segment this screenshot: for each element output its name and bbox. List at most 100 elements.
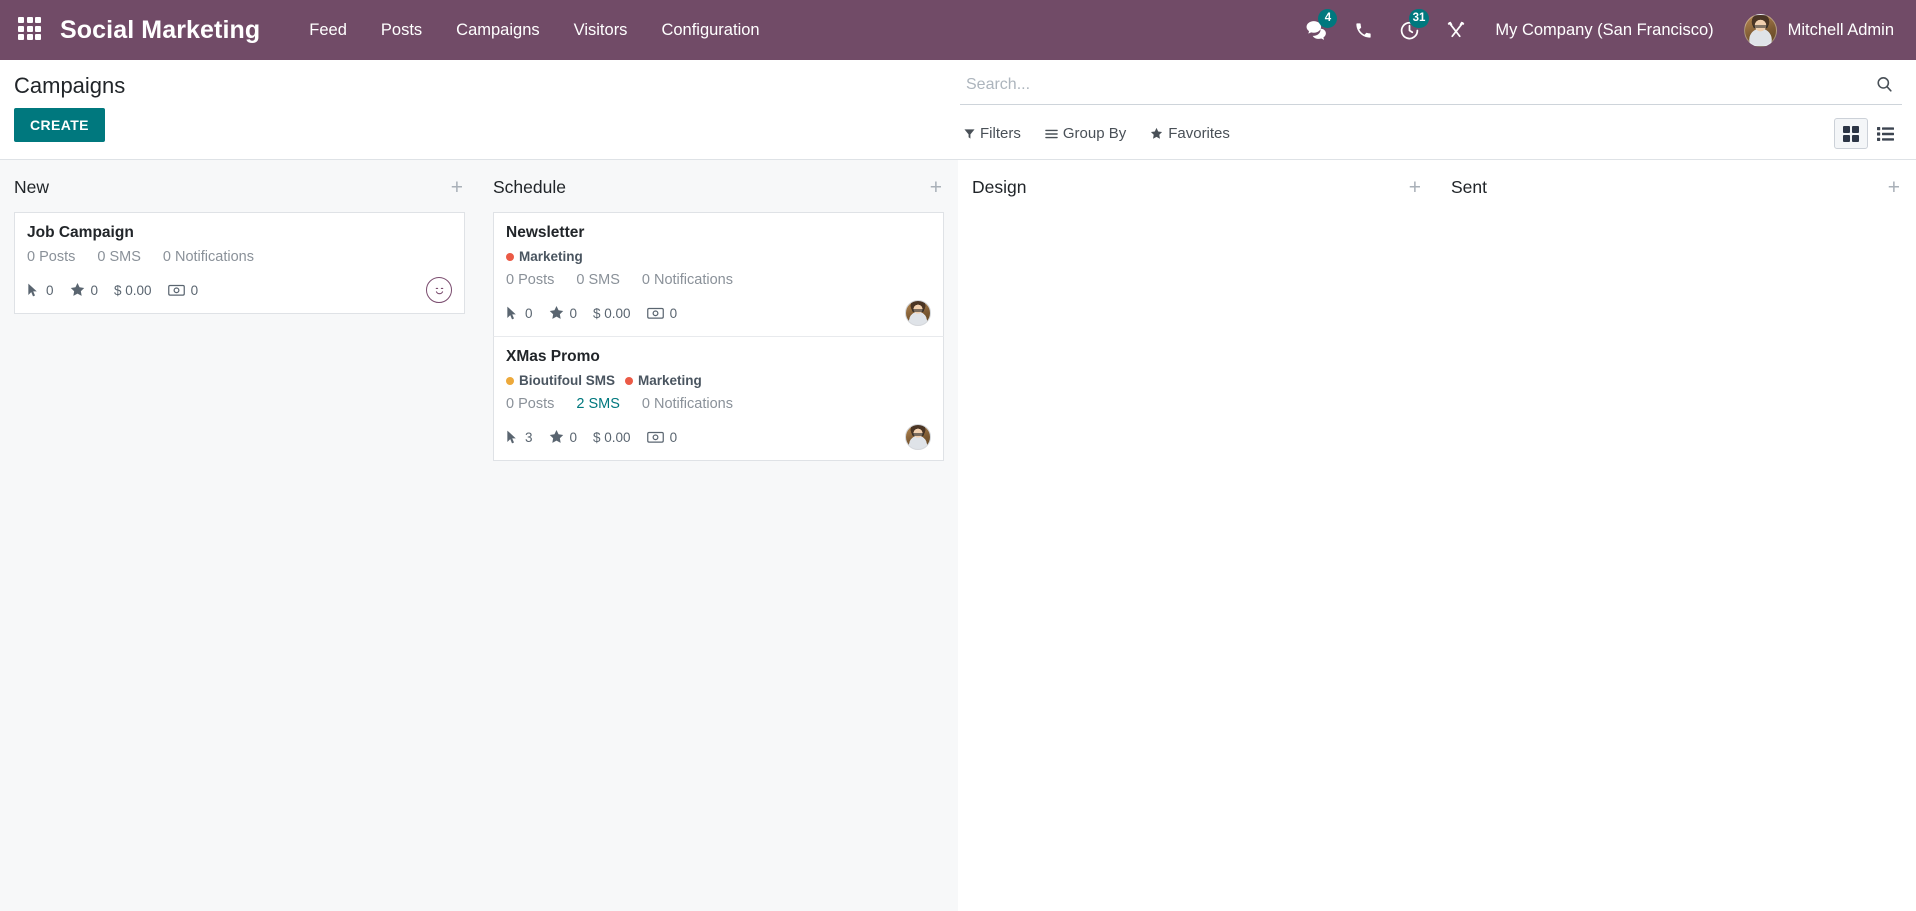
clicks-value: 0 bbox=[525, 305, 533, 321]
menu-item-campaigns[interactable]: Campaigns bbox=[439, 0, 556, 60]
leads-stat: 0 bbox=[549, 429, 578, 445]
search-input[interactable] bbox=[964, 75, 1871, 94]
quotations-value: 0 bbox=[669, 429, 678, 445]
posts-count[interactable]: 0 Posts bbox=[27, 249, 75, 265]
user-name: Mitchell Admin bbox=[1787, 20, 1894, 39]
card-counts: 0 Posts 2 SMS 0 Notifications bbox=[506, 396, 931, 412]
group-by-dropdown[interactable]: Group By bbox=[1045, 123, 1138, 144]
kanban-column-title: New bbox=[14, 176, 50, 197]
tag-label: Bioutifoul SMS bbox=[519, 373, 615, 388]
star-icon bbox=[1151, 127, 1163, 139]
add-card-button[interactable]: + bbox=[449, 177, 465, 198]
kanban-card[interactable]: Job Campaign 0 Posts 0 SMS 0 Notificatio… bbox=[14, 212, 465, 314]
card-title: Job Campaign bbox=[27, 224, 134, 241]
money-bill-icon bbox=[646, 307, 664, 319]
search-button[interactable] bbox=[1871, 75, 1898, 94]
quotations-stat: 0 bbox=[167, 283, 198, 298]
star-icon bbox=[70, 283, 84, 296]
tag-label: Marketing bbox=[519, 249, 583, 264]
card-stats: 0 0 $ 0.00 0 bbox=[506, 300, 931, 326]
notifications-count[interactable]: 0 Notifications bbox=[642, 396, 733, 412]
assignee-avatar[interactable] bbox=[905, 424, 931, 450]
kanban-column-header: Schedule + bbox=[479, 160, 958, 212]
messages-button[interactable]: 4 bbox=[1292, 0, 1341, 60]
company-switcher[interactable]: My Company (San Francisco) bbox=[1479, 21, 1729, 40]
kanban-column-body: Job Campaign 0 Posts 0 SMS 0 Notificatio… bbox=[0, 212, 479, 314]
avatar bbox=[1743, 13, 1777, 47]
phone-icon bbox=[1356, 22, 1372, 38]
tag-label: Marketing bbox=[637, 373, 702, 388]
add-card-button[interactable]: + bbox=[1407, 177, 1423, 198]
star-icon bbox=[549, 430, 563, 443]
card-title: Newsletter bbox=[506, 224, 585, 241]
clicks-stat: 0 bbox=[27, 283, 54, 298]
revenue-value: $ 0.00 bbox=[114, 282, 152, 298]
tag-marketing[interactable]: Marketing bbox=[624, 373, 702, 388]
menu-item-feed[interactable]: Feed bbox=[292, 0, 364, 60]
group-by-label: Group By bbox=[1062, 125, 1127, 142]
list-icon bbox=[1876, 126, 1894, 141]
app-brand-title[interactable]: Social Marketing bbox=[56, 16, 270, 45]
phone-button[interactable] bbox=[1341, 0, 1386, 60]
clicks-value: 0 bbox=[46, 282, 54, 298]
filter-bar: Filters Group By Favorites bbox=[960, 105, 1902, 149]
favorites-dropdown[interactable]: Favorites bbox=[1150, 123, 1242, 144]
menu-item-posts[interactable]: Posts bbox=[364, 0, 439, 60]
leads-value: 0 bbox=[569, 305, 578, 321]
control-panel: Campaigns CREATE Filters bbox=[0, 60, 1916, 160]
create-button[interactable]: CREATE bbox=[14, 108, 105, 142]
notifications-count[interactable]: 0 Notifications bbox=[642, 272, 733, 288]
sms-count[interactable]: 0 SMS bbox=[97, 249, 141, 265]
assignee-avatar[interactable] bbox=[905, 300, 931, 326]
star-icon bbox=[549, 306, 563, 319]
posts-count[interactable]: 0 Posts bbox=[506, 396, 554, 412]
quotations-value: 0 bbox=[669, 305, 678, 321]
menu-item-visitors[interactable]: Visitors bbox=[557, 0, 645, 60]
search-bar bbox=[960, 72, 1902, 105]
activities-button[interactable]: 31 bbox=[1386, 0, 1433, 60]
list-view-button[interactable] bbox=[1868, 118, 1902, 149]
tools-button[interactable] bbox=[1433, 0, 1479, 60]
leads-value: 0 bbox=[569, 429, 578, 445]
kanban-card[interactable]: XMas Promo Bioutifoul SMS Marketing 0 Po… bbox=[493, 336, 944, 461]
funnel-icon bbox=[964, 128, 975, 139]
tag-bioutifoul-sms[interactable]: Bioutifoul SMS bbox=[506, 373, 615, 388]
apps-grid-icon[interactable] bbox=[18, 17, 44, 43]
add-card-button[interactable]: + bbox=[928, 177, 944, 198]
clicks-stat: 3 bbox=[506, 430, 533, 445]
card-counts: 0 Posts 0 SMS 0 Notifications bbox=[27, 249, 452, 265]
cursor-pointer-icon bbox=[507, 430, 516, 443]
notifications-count[interactable]: 0 Notifications bbox=[163, 249, 254, 265]
clicks-stat: 0 bbox=[506, 306, 533, 321]
top-navbar: Social Marketing Feed Posts Campaigns Vi… bbox=[0, 0, 1916, 60]
card-title: XMas Promo bbox=[506, 348, 600, 365]
tag-dot-icon bbox=[506, 252, 514, 261]
posts-count[interactable]: 0 Posts bbox=[506, 272, 554, 288]
assignee-avatar[interactable] bbox=[426, 277, 452, 303]
page-title: Campaigns bbox=[14, 73, 126, 98]
leads-value: 0 bbox=[90, 282, 99, 298]
sms-count[interactable]: 0 SMS bbox=[576, 272, 620, 288]
filters-label: Filters bbox=[980, 125, 1021, 142]
cursor-pointer-icon bbox=[507, 306, 516, 319]
money-bill-icon bbox=[167, 284, 185, 296]
card-stats: 3 0 $ 0.00 0 bbox=[506, 424, 931, 450]
card-tags: Marketing bbox=[506, 249, 931, 264]
sms-count[interactable]: 2 SMS bbox=[576, 396, 620, 412]
add-card-button[interactable]: + bbox=[1886, 177, 1902, 198]
activities-badge: 31 bbox=[1408, 9, 1430, 28]
user-menu[interactable]: Mitchell Admin bbox=[1730, 13, 1902, 47]
kanban-column-header: New + bbox=[0, 160, 479, 212]
cursor-pointer-icon bbox=[28, 283, 37, 296]
kanban-column-header: Design + bbox=[958, 160, 1437, 212]
filters-dropdown[interactable]: Filters bbox=[964, 123, 1033, 144]
kanban-view-button[interactable] bbox=[1834, 118, 1868, 149]
kanban-column-new: New + Job Campaign 0 Posts 0 SMS 0 Notif… bbox=[0, 160, 479, 911]
menu-item-configuration[interactable]: Configuration bbox=[644, 0, 776, 60]
card-counts: 0 Posts 0 SMS 0 Notifications bbox=[506, 272, 931, 288]
revenue-value: $ 0.00 bbox=[593, 429, 631, 445]
navbar-right-group: 4 31 My Company (San Francisco) Mitchell… bbox=[1292, 0, 1902, 60]
main-menu: Feed Posts Campaigns Visitors Configurat… bbox=[292, 0, 776, 60]
kanban-card[interactable]: Newsletter Marketing 0 Posts 0 SMS 0 Not… bbox=[493, 212, 944, 336]
tag-marketing[interactable]: Marketing bbox=[506, 249, 583, 264]
